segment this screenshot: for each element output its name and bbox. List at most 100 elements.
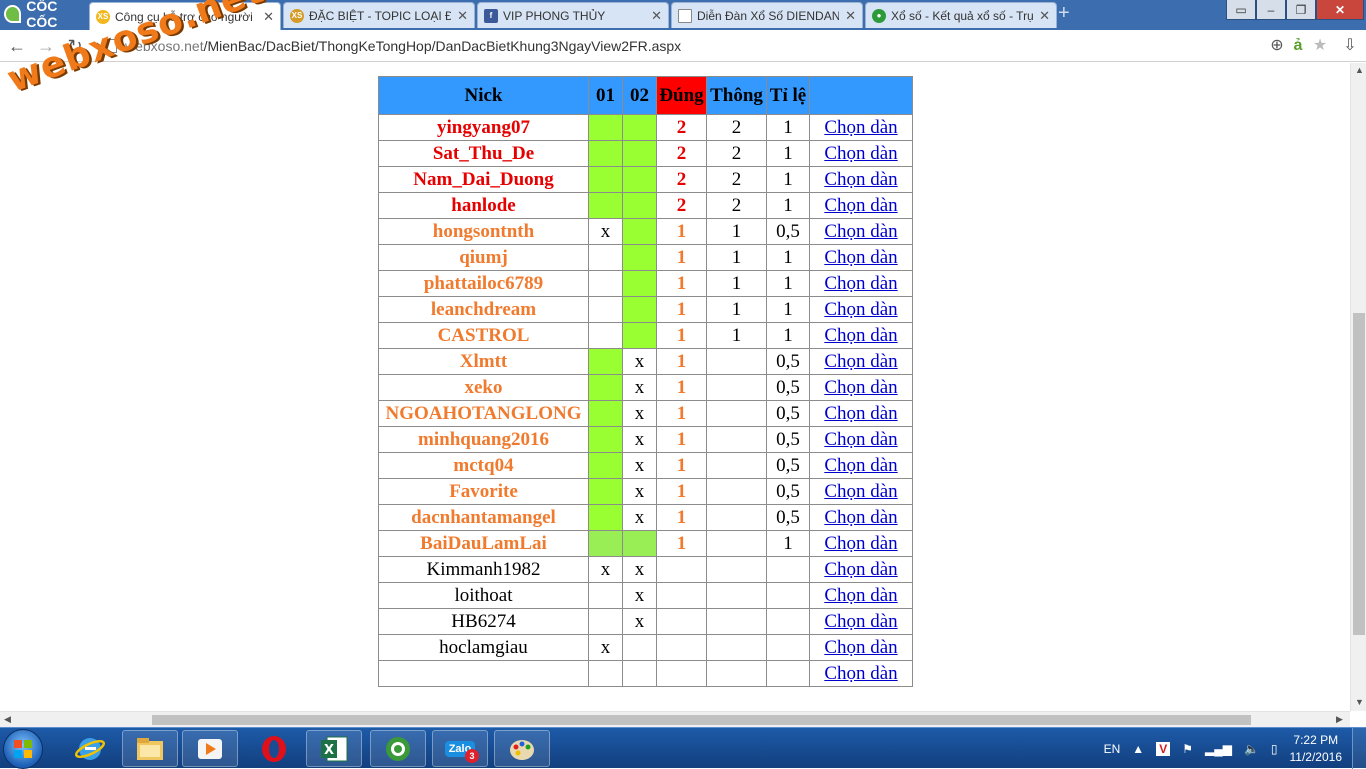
chon-dan-link[interactable]: Chọn dàn xyxy=(824,195,897,216)
close-window-button[interactable]: ✕ xyxy=(1316,0,1364,20)
chon-dan-link[interactable]: Chọn dàn xyxy=(824,663,897,684)
chon-dan-link[interactable]: Chọn dàn xyxy=(824,325,897,346)
cell-action: Chọn dàn xyxy=(809,660,913,687)
chon-dan-link[interactable]: Chọn dàn xyxy=(824,429,897,450)
vertical-scroll-thumb[interactable] xyxy=(1353,313,1365,635)
start-button[interactable] xyxy=(3,729,43,769)
menu-button[interactable]: ▭ xyxy=(1226,0,1256,20)
download-icon[interactable]: ⇩ xyxy=(1340,36,1360,56)
close-tab-4-icon[interactable]: ✕ xyxy=(845,8,856,24)
coccoc-browser-icon[interactable] xyxy=(370,730,426,767)
chon-dan-link[interactable]: Chọn dàn xyxy=(824,507,897,528)
excel-icon[interactable]: X xyxy=(306,730,362,767)
cell-01: x xyxy=(588,634,623,661)
chon-dan-link[interactable]: Chọn dàn xyxy=(824,299,897,320)
battery-icon[interactable]: ▯ xyxy=(1271,742,1278,756)
chon-dan-link[interactable]: Chọn dàn xyxy=(824,377,897,398)
cell-01 xyxy=(588,348,623,375)
chon-dan-link[interactable]: Chọn dàn xyxy=(824,273,897,294)
internet-explorer-icon[interactable] xyxy=(62,730,118,767)
tab-1[interactable]: XS Công cụ hỗ trợ cho người ✕ xyxy=(89,2,281,30)
clock[interactable]: 7:22 PM 11/2/2016 xyxy=(1290,732,1343,766)
close-tab-1-icon[interactable]: ✕ xyxy=(263,9,274,25)
cell-nick: xeko xyxy=(378,374,589,401)
table-row: leanchdream 1 1 1 Chọn dàn xyxy=(378,296,913,323)
chon-dan-link[interactable]: Chọn dàn xyxy=(824,117,897,138)
chon-dan-link[interactable]: Chọn dàn xyxy=(824,533,897,554)
media-player-icon[interactable] xyxy=(182,730,238,767)
chon-dan-link[interactable]: Chọn dàn xyxy=(824,585,897,606)
chon-dan-link[interactable]: Chọn dàn xyxy=(824,481,897,502)
close-tab-3-icon[interactable]: ✕ xyxy=(651,8,662,24)
chon-dan-link[interactable]: Chọn dàn xyxy=(824,637,897,658)
flag-icon[interactable]: ⚑ xyxy=(1182,742,1193,756)
show-hidden-icons-icon[interactable]: ▲ xyxy=(1132,742,1144,756)
cell-thong xyxy=(706,634,767,661)
zoom-icon[interactable]: ⊕ xyxy=(1267,36,1287,56)
network-icon[interactable]: ▂▄▆ xyxy=(1205,742,1232,756)
unikey-icon[interactable]: V xyxy=(1156,741,1171,756)
horizontal-scroll-thumb[interactable] xyxy=(152,715,1251,725)
cell-02 xyxy=(622,114,657,141)
new-tab-button[interactable]: + xyxy=(1058,3,1080,23)
opera-icon[interactable] xyxy=(246,730,302,767)
bookmark-star-icon[interactable]: ★ xyxy=(1310,36,1330,56)
file-explorer-icon[interactable] xyxy=(122,730,178,767)
cell-02: x xyxy=(622,608,657,635)
browser-brand[interactable]: CỐC CỐC xyxy=(0,0,89,30)
scroll-up-icon[interactable]: ▲ xyxy=(1355,65,1364,75)
cell-nick: qiumj xyxy=(378,244,589,271)
tab-4[interactable]: Diễn Đàn Xổ Số DIENDAN ✕ xyxy=(671,2,863,28)
cell-dung xyxy=(656,556,707,583)
chon-dan-link[interactable]: Chọn dàn xyxy=(824,403,897,424)
cell-02: x xyxy=(622,582,657,609)
horizontal-scrollbar[interactable]: ◀ ▶ xyxy=(0,711,1350,727)
language-indicator[interactable]: EN xyxy=(1104,742,1121,756)
address-bar[interactable]: webxoso.net /MienBac/DacBiet/ThongKeTong… xyxy=(96,35,1336,57)
cell-thong xyxy=(706,660,767,687)
volume-icon[interactable]: 🔈 xyxy=(1244,742,1259,756)
cell-nick: mctq04 xyxy=(378,452,589,479)
reload-icon[interactable]: ↻ xyxy=(64,35,86,57)
scroll-down-icon[interactable]: ▼ xyxy=(1355,697,1364,707)
back-icon[interactable]: ← xyxy=(6,35,28,57)
tab-3-title: VIP PHONG THỦY xyxy=(503,8,606,23)
cell-dung: 1 xyxy=(656,504,707,531)
zalo-icon[interactable]: Zalo 3 xyxy=(432,730,488,767)
cell-dung: 1 xyxy=(656,244,707,271)
chon-dan-link[interactable]: Chọn dàn xyxy=(824,143,897,164)
chon-dan-link[interactable]: Chọn dàn xyxy=(824,611,897,632)
cell-01 xyxy=(588,660,623,687)
vietnamese-input-icon[interactable]: ả xyxy=(1288,36,1308,56)
maximize-button[interactable]: ❐ xyxy=(1286,0,1316,20)
tab-2[interactable]: XS ĐẶC BIỆT - TOPIC LOẠI ĐẶ ✕ xyxy=(283,2,475,28)
chon-dan-link[interactable]: Chọn dàn xyxy=(824,221,897,242)
chon-dan-link[interactable]: Chọn dàn xyxy=(824,559,897,580)
cell-tile xyxy=(766,660,810,687)
cell-tile: 1 xyxy=(766,140,810,167)
chon-dan-link[interactable]: Chọn dàn xyxy=(824,247,897,268)
scroll-right-icon[interactable]: ▶ xyxy=(1336,714,1343,725)
chon-dan-link[interactable]: Chọn dàn xyxy=(824,169,897,190)
close-tab-2-icon[interactable]: ✕ xyxy=(457,8,468,24)
tab-5[interactable]: ● Xổ số - Kết quả xổ số - Trự ✕ xyxy=(865,2,1057,28)
page-favicon-icon xyxy=(678,8,692,23)
cell-nick xyxy=(378,660,589,687)
cell-tile: 0,5 xyxy=(766,504,810,531)
table-row: loithoat x Chọn dàn xyxy=(378,582,913,609)
close-tab-5-icon[interactable]: ✕ xyxy=(1039,8,1050,24)
chon-dan-link[interactable]: Chọn dàn xyxy=(824,351,897,372)
forward-icon[interactable]: → xyxy=(35,35,57,57)
chon-dan-link[interactable]: Chọn dàn xyxy=(824,455,897,476)
minimize-button[interactable]: – xyxy=(1256,0,1286,20)
show-desktop-button[interactable] xyxy=(1352,728,1366,769)
paint-icon[interactable] xyxy=(494,730,550,767)
tab-3[interactable]: f VIP PHONG THỦY ✕ xyxy=(477,2,669,28)
tab-4-title: Diễn Đàn Xổ Số DIENDAN xyxy=(697,8,840,23)
table-row: Xlmtt x 1 0,5 Chọn dàn xyxy=(378,348,913,375)
cell-tile: 1 xyxy=(766,244,810,271)
scroll-left-icon[interactable]: ◀ xyxy=(4,714,11,725)
cell-tile: 1 xyxy=(766,166,810,193)
cell-02 xyxy=(622,530,657,557)
vertical-scrollbar[interactable]: ▲ ▼ xyxy=(1350,63,1366,711)
